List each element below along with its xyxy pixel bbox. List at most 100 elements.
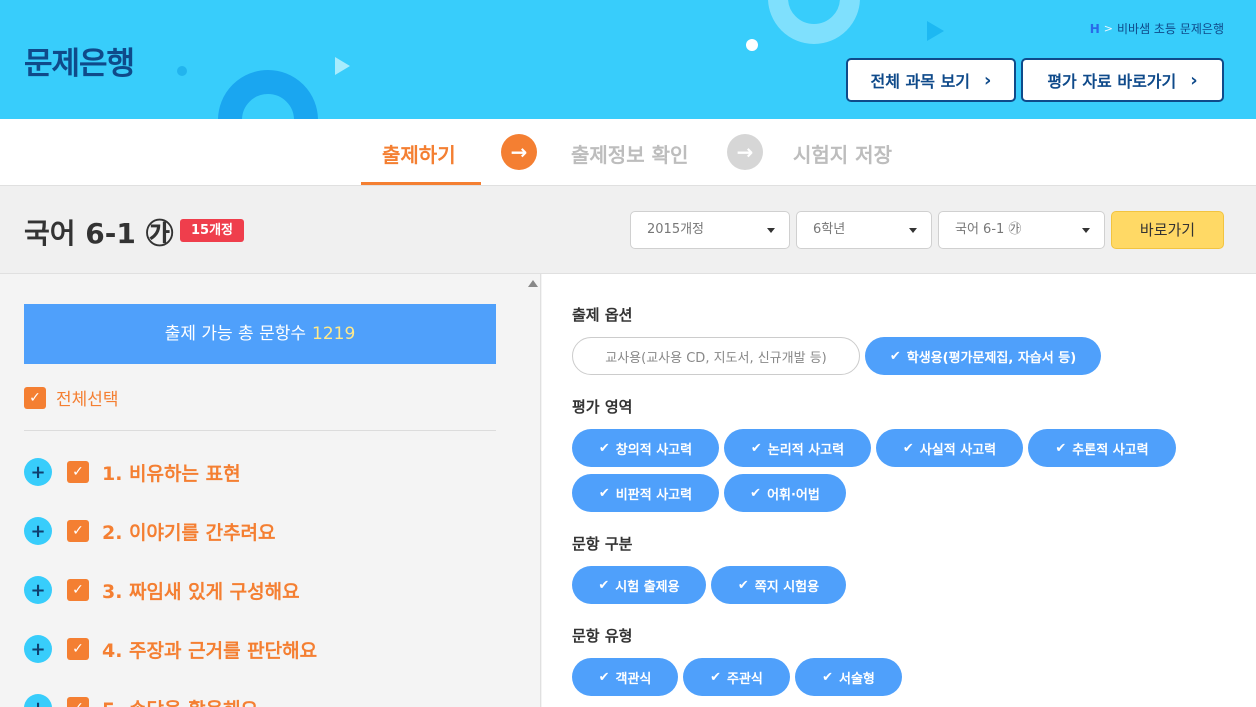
category-section-title: 문항 구분 (572, 535, 633, 553)
type-toggle[interactable]: ✔ 서술형 (795, 658, 902, 696)
area-toggle[interactable]: ✔ 추론적 사고력 (1028, 429, 1176, 467)
home-icon[interactable]: H (1090, 22, 1100, 36)
teacher-option-label: 교사용(교사용 CD, 지도서, 신규개발 등) (605, 350, 827, 366)
unit-row: + ✓ 3. 짜임새 있게 구성해요 (24, 576, 300, 604)
option-section-title: 출제 옵션 (572, 306, 633, 324)
curriculum-badge: 15개정 (180, 219, 245, 242)
area-label: 비판적 사고력 (615, 487, 693, 503)
check-icon: ✔ (1055, 440, 1067, 456)
check-icon: ✔ (598, 669, 610, 685)
check-icon: ✔ (598, 577, 610, 593)
select-all[interactable]: ✓ 전체선택 (24, 385, 119, 410)
decor-ring (218, 70, 318, 119)
breadcrumb: H > 비바샘 초등 문제은행 (1090, 20, 1224, 37)
unit-checkbox[interactable]: ✓ (67, 520, 89, 542)
eval-materials-button[interactable]: 평가 자료 바로가기 › (1021, 58, 1224, 102)
area-toggle[interactable]: ✔ 논리적 사고력 (724, 429, 871, 467)
options-panel: 출제 옵션 교사용(교사용 CD, 지도서, 신규개발 등) ✔ 학생용(평가문… (542, 274, 1256, 707)
category-toggle[interactable]: ✔ 시험 출제용 (572, 566, 706, 604)
header: 문제은행 H > 비바샘 초등 문제은행 전체 과목 보기 › 평가 자료 바로… (0, 0, 1256, 119)
unit-label[interactable]: 2. 이야기를 간추려요 (102, 518, 276, 545)
unit-checkbox[interactable]: ✓ (67, 579, 89, 601)
type-label: 주관식 (727, 671, 763, 687)
page-title: 문제은행 (24, 46, 135, 82)
decor-dot (746, 39, 758, 51)
eval-materials-label: 평가 자료 바로가기 (1047, 72, 1177, 91)
unit-label[interactable]: 5. 속담을 활용해요 (102, 695, 258, 707)
decor-play-icon (927, 21, 944, 41)
student-option-toggle[interactable]: ✔ 학생용(평가문제집, 자습서 등) (865, 337, 1101, 375)
subject-title: 국어 6-1 ㉮ (24, 217, 174, 250)
total-questions-label: 출제 가능 총 문항수 (164, 324, 307, 344)
breadcrumb-current[interactable]: 비바샘 초등 문제은행 (1117, 20, 1224, 37)
book-select-value: 국어 6-1 ㉮ (955, 222, 1022, 237)
all-subjects-label: 전체 과목 보기 (870, 72, 971, 91)
caret-down-icon (767, 228, 775, 233)
unit-row: + ✓ 2. 이야기를 간추려요 (24, 517, 276, 545)
expand-plus-icon[interactable]: + (24, 458, 52, 486)
active-step-underline (361, 182, 481, 185)
teacher-option-toggle[interactable]: 교사용(교사용 CD, 지도서, 신규개발 등) (572, 337, 860, 375)
expand-plus-icon[interactable]: + (24, 517, 52, 545)
decor-dot (177, 66, 187, 76)
step-confirm-info[interactable]: 출제정보 확인 (571, 139, 688, 168)
area-section-title: 평가 영역 (572, 398, 633, 416)
decor-ring (768, 0, 860, 44)
area-label: 어휘·어법 (767, 487, 820, 503)
check-icon: ✔ (598, 485, 610, 501)
curriculum-select[interactable]: 2015개정 (630, 211, 790, 249)
area-label: 추론적 사고력 (1072, 442, 1149, 458)
scroll-up-arrow-icon[interactable] (528, 280, 538, 287)
caret-down-icon (909, 228, 917, 233)
chevron-right-icon: › (1190, 69, 1198, 91)
area-toggle[interactable]: ✔ 비판적 사고력 (572, 474, 719, 512)
type-toggle[interactable]: ✔ 객관식 (572, 658, 678, 696)
expand-plus-icon[interactable]: + (24, 576, 52, 604)
type-toggle[interactable]: ✔ 주관식 (683, 658, 790, 696)
scrollbar[interactable] (526, 274, 541, 707)
step-save-exam[interactable]: 시험지 저장 (793, 139, 892, 168)
subject-bar: 국어 6-1 ㉮ 15개정 2015개정 6학년 국어 6-1 ㉮ 바로가기 (0, 186, 1256, 274)
area-toggle[interactable]: ✔ 어휘·어법 (724, 474, 846, 512)
type-label: 객관식 (615, 671, 652, 687)
caret-down-icon (1082, 228, 1090, 233)
chevron-right-icon: › (984, 69, 992, 91)
expand-plus-icon[interactable]: + (24, 694, 52, 707)
type-label: 서술형 (839, 671, 875, 687)
area-label: 사실적 사고력 (919, 442, 997, 458)
unit-row: + ✓ 1. 비유하는 표현 (24, 458, 241, 486)
expand-plus-icon[interactable]: + (24, 635, 52, 663)
unit-label[interactable]: 4. 주장과 근거를 판단해요 (102, 636, 317, 663)
unit-checkbox[interactable]: ✓ (67, 461, 89, 483)
category-label: 쪽지 시험용 (754, 579, 820, 595)
category-label: 시험 출제용 (615, 579, 680, 595)
curriculum-select-value: 2015개정 (647, 222, 705, 237)
check-icon: ✔ (737, 577, 749, 593)
area-toggle[interactable]: ✔ 창의적 사고력 (572, 429, 719, 467)
go-button[interactable]: 바로가기 (1111, 211, 1224, 249)
unit-list-panel: 출제 가능 총 문항수 1219 ✓ 전체선택 + ✓ 1. 비유하는 표현 + … (0, 274, 526, 707)
step-navigation: 출제하기 → 출제정보 확인 → 시험지 저장 (0, 119, 1256, 186)
arrow-right-icon: → (727, 134, 763, 170)
unit-checkbox[interactable]: ✓ (67, 697, 89, 707)
select-all-label: 전체선택 (56, 390, 119, 410)
unit-label[interactable]: 3. 짜임새 있게 구성해요 (102, 577, 300, 604)
all-subjects-button[interactable]: 전체 과목 보기 › (846, 58, 1016, 102)
book-select[interactable]: 국어 6-1 ㉮ (938, 211, 1105, 249)
step-create-exam[interactable]: 출제하기 (382, 139, 456, 168)
arrow-right-icon: → (501, 134, 537, 170)
type-section-title: 문항 유형 (572, 627, 633, 645)
unit-row: + ✓ 5. 속담을 활용해요 (24, 694, 258, 707)
check-icon: ✔ (598, 440, 610, 456)
grade-select[interactable]: 6학년 (796, 211, 932, 249)
grade-select-value: 6학년 (813, 222, 846, 237)
area-toggle[interactable]: ✔ 사실적 사고력 (876, 429, 1023, 467)
select-all-checkbox[interactable]: ✓ (24, 386, 46, 409)
unit-row: + ✓ 4. 주장과 근거를 판단해요 (24, 635, 317, 663)
category-toggle[interactable]: ✔ 쪽지 시험용 (711, 566, 846, 604)
unit-label[interactable]: 1. 비유하는 표현 (102, 459, 241, 486)
student-option-label: 학생용(평가문제집, 자습서 등) (906, 350, 1077, 366)
unit-checkbox[interactable]: ✓ (67, 638, 89, 660)
check-icon: ✔ (750, 440, 762, 456)
check-icon: ✔ (750, 485, 762, 501)
